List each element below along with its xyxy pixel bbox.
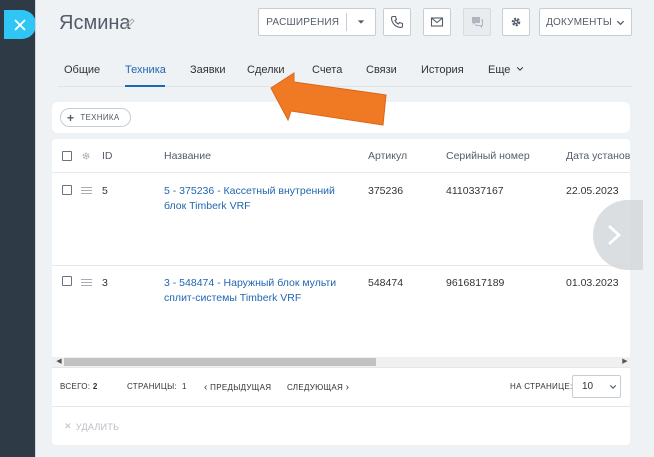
- cell-id: 5: [102, 185, 108, 197]
- add-equipment-button[interactable]: + ТЕХНИКА: [60, 108, 131, 127]
- entity-card: Ясмина РАСШИРЕНИЯ ДОКУМЕНТЫ Общие Техник…: [35, 0, 654, 457]
- pages-label: СТРАНИЦЫ:: [127, 382, 177, 391]
- row-checkbox[interactable]: [62, 185, 72, 195]
- cell-id: 3: [102, 277, 108, 289]
- drag-handle-icon[interactable]: [81, 279, 92, 286]
- documents-button[interactable]: ДОКУМЕНТЫ: [539, 8, 632, 36]
- chevron-right-icon: [608, 225, 621, 245]
- delete-button[interactable]: ✕ УДАЛИТЬ: [64, 421, 119, 432]
- active-tab-indicator: [125, 85, 165, 87]
- pages-count: СТРАНИЦЫ: 1: [127, 382, 187, 391]
- per-page-label: НА СТРАНИЦЕ:: [510, 382, 573, 391]
- tab-more-label: Еще: [488, 64, 511, 76]
- gear-icon[interactable]: [81, 151, 91, 161]
- call-button[interactable]: [383, 8, 411, 36]
- cell-install-date: 22.05.2023: [566, 185, 619, 197]
- divider: [52, 406, 630, 407]
- column-header-article[interactable]: Артикул: [368, 150, 407, 162]
- scroll-right-icon[interactable]: ▶: [621, 358, 629, 366]
- pencil-icon[interactable]: [125, 18, 135, 28]
- cell-name-link[interactable]: 3 - 548474 - Наружный блок мульти сплит-…: [164, 276, 354, 306]
- tab-equipment[interactable]: Техника: [125, 64, 166, 76]
- cell-article: 548474: [368, 277, 404, 289]
- prev-label: ПРЕДЫДУЩАЯ: [210, 383, 272, 392]
- tab-more[interactable]: Еще: [488, 64, 524, 76]
- close-icon: ✕: [64, 421, 72, 431]
- chevron-down-icon: [517, 67, 524, 71]
- chat-button[interactable]: [463, 8, 491, 36]
- scrollbar-thumb[interactable]: [64, 358, 376, 366]
- phone-icon: [390, 15, 404, 29]
- extensions-label: РАСШИРЕНИЯ: [266, 16, 340, 28]
- column-header-id[interactable]: ID: [102, 150, 113, 162]
- next-label: СЛЕДУЮЩАЯ: [287, 383, 344, 392]
- gear-icon: [511, 17, 521, 27]
- column-header-serial[interactable]: Серийный номер: [446, 150, 530, 162]
- total-value: 2: [92, 382, 98, 391]
- annotation-arrow: [270, 72, 387, 126]
- prev-page-link[interactable]: ‹ ПРЕДЫДУЩАЯ: [204, 382, 271, 393]
- column-header-install-date[interactable]: Дата установки: [566, 150, 630, 162]
- cell-article: 375236: [368, 185, 404, 197]
- close-icon: [14, 18, 26, 31]
- chevron-down-icon: [609, 384, 617, 389]
- delete-label: УДАЛИТЬ: [75, 421, 120, 432]
- per-page-value: 10: [582, 381, 594, 392]
- drag-handle-icon[interactable]: [81, 187, 92, 194]
- page-title: Ясмина: [59, 12, 131, 34]
- table-row[interactable]: 3 3 - 548474 - Наружный блок мульти спли…: [52, 266, 630, 358]
- horizontal-scrollbar[interactable]: ◀ ▶: [52, 357, 630, 367]
- row-checkbox[interactable]: [62, 276, 72, 286]
- email-button[interactable]: [423, 8, 451, 36]
- chat-icon: [472, 17, 483, 29]
- cell-name-link[interactable]: 5 - 375236 - Кассетный внутренний блок T…: [164, 184, 354, 214]
- divider: [52, 367, 630, 368]
- tab-general[interactable]: Общие: [64, 64, 100, 76]
- left-rail: [0, 0, 35, 457]
- cell-install-date: 01.03.2023: [566, 277, 619, 289]
- chevron-down-icon[interactable]: [347, 18, 375, 26]
- grid-header: ID Название Артикул Серийный номер Дата …: [52, 139, 630, 173]
- chevron-right-icon: ›: [345, 382, 350, 393]
- pages-value: 1: [182, 382, 187, 391]
- next-page-link[interactable]: СЛЕДУЮЩАЯ ›: [287, 382, 349, 393]
- tab-history[interactable]: История: [421, 64, 464, 76]
- cell-serial: 9616817189: [446, 277, 505, 289]
- envelope-icon: [430, 17, 444, 27]
- tab-requests[interactable]: Заявки: [190, 64, 226, 76]
- equipment-grid: ID Название Артикул Серийный номер Дата …: [52, 139, 630, 445]
- extensions-button[interactable]: РАСШИРЕНИЯ: [258, 8, 376, 36]
- settings-button[interactable]: [502, 8, 530, 36]
- cell-serial: 4110337167: [446, 185, 504, 197]
- total-label: ВСЕГО:: [60, 382, 91, 391]
- column-header-name[interactable]: Название: [164, 150, 211, 162]
- select-all-checkbox[interactable]: [62, 151, 72, 161]
- scroll-left-icon[interactable]: ◀: [55, 358, 63, 366]
- chevron-left-icon: ‹: [204, 382, 208, 393]
- total-count: ВСЕГО: 2: [60, 382, 98, 391]
- documents-label: ДОКУМЕНТЫ: [546, 16, 612, 28]
- per-page-select[interactable]: 10: [572, 375, 621, 398]
- add-equipment-label: ТЕХНИКА: [80, 113, 120, 122]
- close-slider-button[interactable]: [4, 10, 36, 39]
- table-row[interactable]: 5 5 - 375236 - Кассетный внутренний блок…: [52, 174, 630, 266]
- chevron-down-icon: [616, 20, 625, 25]
- plus-icon: +: [67, 110, 75, 125]
